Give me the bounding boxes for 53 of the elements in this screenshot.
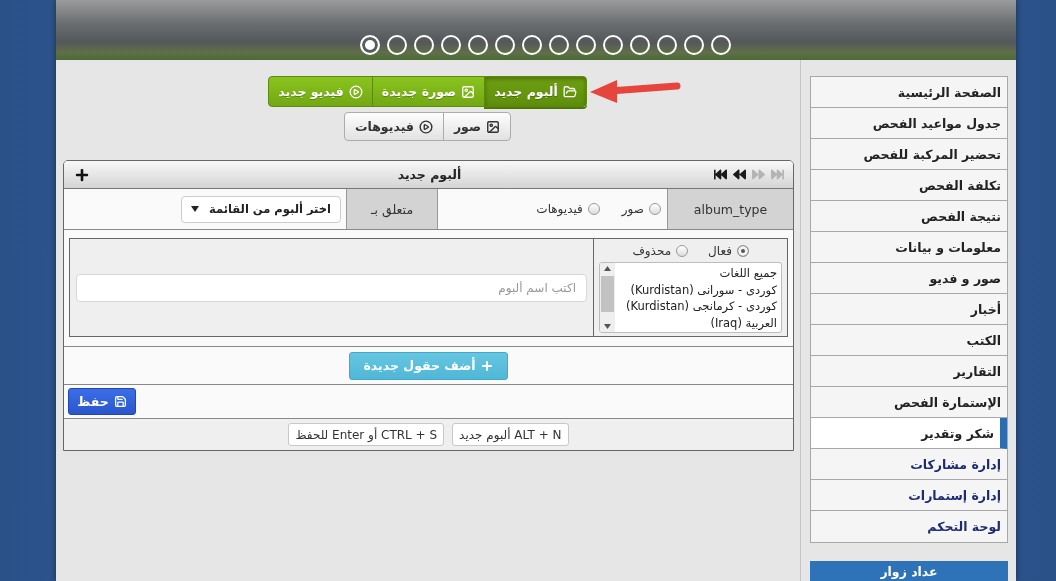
language-option[interactable]: العربية (Iraq)	[617, 314, 777, 331]
slide-dot[interactable]	[441, 35, 461, 55]
save-icon	[113, 395, 127, 408]
plus-icon	[479, 358, 494, 373]
language-option[interactable]: كوردى - كرمانجى (Kurdistan)	[617, 298, 777, 315]
radio-label[interactable]: فعال	[708, 244, 732, 258]
field-label: album_type	[667, 189, 793, 229]
folder-icon	[562, 84, 577, 99]
slide-dot[interactable]	[468, 35, 488, 55]
scrollbar[interactable]	[600, 263, 615, 332]
radio-button[interactable]	[737, 245, 749, 257]
radio-button[interactable]	[676, 245, 689, 257]
shortcut-hint: CTRL + S أو Enter للحفظ	[288, 423, 445, 446]
radio-button[interactable]	[649, 203, 661, 215]
slide-dot[interactable]	[711, 35, 731, 55]
scrollbar-thumb[interactable]	[601, 276, 614, 312]
slide-dot[interactable]	[603, 35, 623, 55]
slide-dot[interactable]	[522, 35, 542, 55]
radio-label[interactable]: صور	[621, 202, 644, 216]
play-icon	[418, 119, 433, 134]
caret-icon	[191, 206, 199, 212]
slide-dot[interactable]	[576, 35, 596, 55]
slide-dot[interactable]	[387, 35, 407, 55]
language-option[interactable]: كوردى - سورانى (Kurdistan)	[617, 281, 777, 298]
save-button[interactable]: حفظ	[68, 388, 136, 415]
radio-label[interactable]: محذوف	[632, 244, 672, 258]
new-album-button[interactable]: ألبوم جديد	[484, 76, 587, 107]
slide-dot[interactable]	[630, 35, 650, 55]
image-icon	[461, 84, 476, 99]
scroll-up-icon[interactable]	[604, 266, 611, 271]
sidebar-item[interactable]: شكر وتقدير	[811, 418, 1007, 449]
shortcut-hint: ALT + N ألبوم جديد	[452, 423, 569, 446]
field-label: متعلق بـ	[346, 189, 437, 229]
slide-dot[interactable]	[495, 35, 515, 55]
panel-title: ألبوم جديد	[397, 167, 462, 182]
language-listbox[interactable]: جميع اللغات كوردى - سورانى (Kurdistan) كوردى - كرمانجى (Kurdistan) العربية (Iraq)	[599, 262, 782, 333]
radio-label[interactable]: فيديوهات	[536, 202, 583, 216]
scroll-down-icon[interactable]	[604, 324, 611, 329]
slide-dot[interactable]	[549, 35, 569, 55]
radio-button[interactable]	[587, 203, 600, 215]
album-select[interactable]: اختر ألبوم من القائمة	[181, 195, 341, 223]
slide-dot[interactable]	[657, 35, 677, 55]
filter-button[interactable]: صور	[442, 112, 512, 141]
skip-back-icon[interactable]	[714, 168, 727, 181]
play-icon	[348, 84, 363, 99]
add-icon[interactable]	[75, 167, 89, 182]
slide-dot[interactable]	[414, 35, 434, 55]
language-option[interactable]: جميع اللغات	[617, 265, 777, 282]
rewind-icon[interactable]	[733, 168, 746, 181]
slide-dot[interactable]	[684, 35, 704, 55]
counter-header: عداد زوار	[810, 561, 1008, 581]
filter-button[interactable]: فيديوهات	[343, 112, 444, 141]
image-icon	[486, 119, 501, 134]
